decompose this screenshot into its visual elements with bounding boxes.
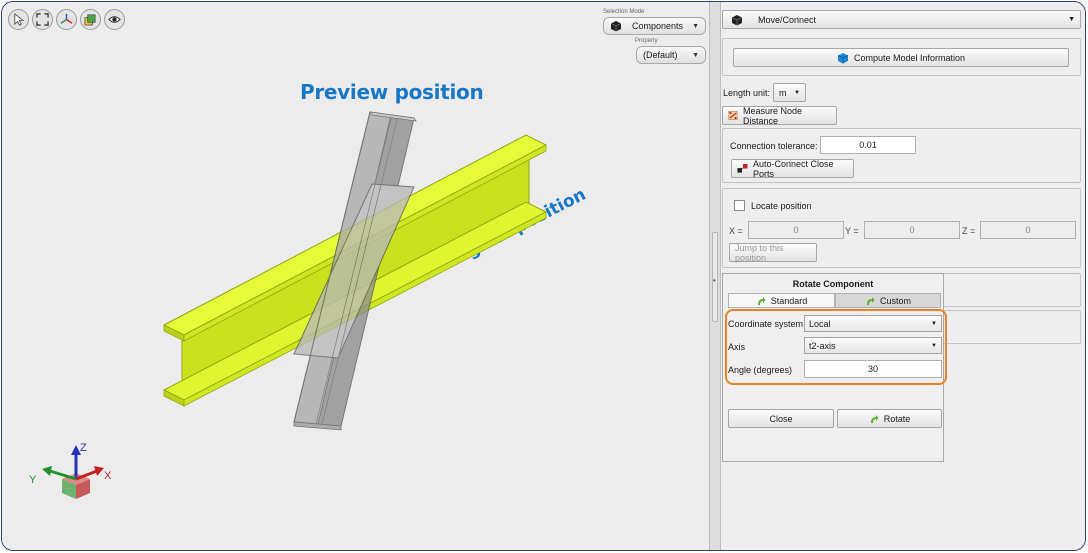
y-coord-input[interactable]: 0 <box>864 221 960 239</box>
auto-connect-label: Auto-Connect Close Ports <box>752 158 834 179</box>
tolerance-input[interactable]: 0.01 <box>820 136 916 154</box>
length-unit-value: m <box>779 87 787 98</box>
measure-icon <box>728 111 738 120</box>
y-coord-label: Y = <box>845 226 859 236</box>
locate-position-label: Locate position <box>751 201 812 211</box>
cube-icon <box>731 14 743 25</box>
splitter-handle-icon: • <box>713 276 716 285</box>
jump-to-position-button[interactable]: Jump to this position <box>729 243 817 263</box>
auto-connect-button[interactable]: Auto-Connect Close Ports <box>731 158 854 179</box>
locate-group: Locate position X = 0 Y = 0 Z = 0 Jump t… <box>722 188 1081 268</box>
rotation-settings-highlight <box>725 309 947 385</box>
x-axis-label: X <box>104 470 112 482</box>
beam-scene[interactable] <box>2 2 709 551</box>
app-window: Selection Mode Components ▼ Property (De… <box>1 1 1086 551</box>
right-panel: Move/Connect ▼ Compute Model Information… <box>721 2 1085 550</box>
z-coord-label: Z = <box>962 226 976 236</box>
length-unit-select[interactable]: m ▼ <box>773 83 806 102</box>
tab-standard[interactable]: Standard <box>728 293 835 308</box>
rotate-button[interactable]: Rotate <box>837 409 942 428</box>
mode-value: Move/Connect <box>758 14 817 25</box>
compute-model-info-button[interactable]: Compute Model Information <box>733 48 1069 67</box>
axis-triad <box>42 445 104 499</box>
connection-group: Connection tolerance: 0.01 Auto-Connect … <box>722 128 1081 183</box>
chevron-down-icon: ▼ <box>794 89 800 96</box>
x-coord-input[interactable]: 0 <box>748 221 844 239</box>
tab-standard-label: Standard <box>770 295 808 306</box>
rotate-arrow-icon <box>870 414 879 423</box>
compute-group: Compute Model Information <box>722 38 1081 76</box>
tolerance-label: Connection tolerance: <box>730 141 818 151</box>
cube-info-icon <box>837 52 849 63</box>
tab-custom[interactable]: Custom <box>835 293 941 308</box>
locate-position-checkbox[interactable] <box>734 200 745 211</box>
rotate-arrow-icon <box>757 296 766 305</box>
z-axis-label: Z <box>80 442 87 454</box>
length-unit-label: Length unit: <box>723 88 771 98</box>
chevron-down-icon: ▼ <box>1068 16 1075 23</box>
3d-viewport[interactable]: Selection Mode Components ▼ Property (De… <box>2 2 709 551</box>
y-axis-label: Y <box>29 474 37 486</box>
tab-custom-label: Custom <box>879 295 911 306</box>
rotate-dialog-title: Rotate Component <box>792 279 874 289</box>
measure-button-label: Measure Node Distance <box>743 105 803 126</box>
measure-node-distance-button[interactable]: Measure Node Distance <box>722 105 837 126</box>
mode-select[interactable]: Move/Connect ▼ <box>722 10 1081 29</box>
auto-connect-icon <box>737 163 748 173</box>
compute-button-label: Compute Model Information <box>853 52 966 63</box>
close-button[interactable]: Close <box>728 409 834 428</box>
z-coord-input[interactable]: 0 <box>980 221 1076 239</box>
x-coord-label: X = <box>729 226 743 236</box>
rotate-arrow-icon <box>866 296 875 305</box>
rotate-button-label: Rotate <box>883 413 911 424</box>
panel-splitter[interactable]: • <box>709 2 721 550</box>
